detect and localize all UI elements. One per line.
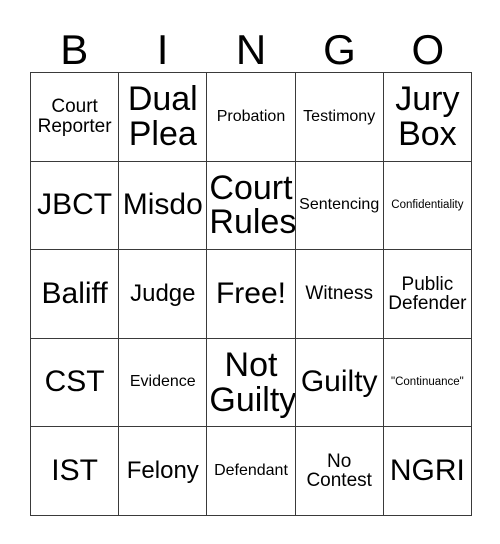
header-letter-i: I xyxy=(156,26,169,73)
bingo-cell[interactable]: Probation xyxy=(207,73,296,162)
bingo-cell-label: Testimony xyxy=(303,107,376,125)
bingo-cell[interactable]: Witness xyxy=(295,250,384,339)
header-letter-n: N xyxy=(235,26,267,73)
bingo-cell[interactable]: Court Rules xyxy=(207,161,296,251)
bingo-cell[interactable]: No Contest xyxy=(295,427,384,516)
bingo-cell-label: Court Rules xyxy=(209,168,296,242)
bingo-cell-label: Free! xyxy=(215,276,286,310)
bingo-cell[interactable]: Public Defender xyxy=(383,250,472,339)
bingo-cell[interactable]: Guilty xyxy=(295,338,384,428)
bingo-cell-label: Sentencing xyxy=(299,196,380,214)
bingo-cell[interactable]: NGRI xyxy=(383,427,472,516)
header-letter-b: B xyxy=(60,26,89,73)
bingo-cell-free-space[interactable]: Free! xyxy=(207,250,296,339)
bingo-cell-label: Misdo xyxy=(122,188,203,222)
bingo-cell-label: JBCT xyxy=(37,188,113,222)
bingo-cell[interactable]: Misdo xyxy=(119,161,208,251)
bingo-cell[interactable]: Evidence xyxy=(119,338,208,428)
bingo-grid: Court Reporter Dual Plea Probation Testi… xyxy=(30,72,472,516)
bingo-cell-label: "Continuance" xyxy=(391,375,464,388)
bingo-card: B I N G O Court Reporter Dual Plea Proba… xyxy=(0,0,500,544)
bingo-cell-label: Dual Plea xyxy=(127,80,198,153)
header-letter-o: O xyxy=(411,26,445,73)
bingo-cell-label: Defendant xyxy=(214,462,288,480)
bingo-header-row: B I N G O xyxy=(30,18,472,72)
bingo-cell-label: Guilty xyxy=(300,365,378,399)
bingo-cell-label: Public Defender xyxy=(388,273,467,314)
bingo-cell-label: No Contest xyxy=(306,450,372,492)
bingo-cell[interactable]: Defendant xyxy=(207,427,296,516)
bingo-cell-label: Evidence xyxy=(129,373,196,391)
header-letter-g: G xyxy=(323,26,356,73)
bingo-cell-label: NGRI xyxy=(389,453,465,487)
bingo-cell-label: Judge xyxy=(130,279,196,307)
bingo-cell-label: Witness xyxy=(305,283,373,305)
bingo-cell[interactable]: Not Guilty xyxy=(207,338,296,428)
bingo-cell[interactable]: IST xyxy=(31,427,120,516)
bingo-cell-label: IST xyxy=(51,453,98,487)
bingo-cell-label: Jury Box xyxy=(395,80,460,153)
bingo-cell[interactable]: Court Reporter xyxy=(31,73,120,162)
bingo-cell[interactable]: Felony xyxy=(119,427,208,516)
bingo-cell-label: Confidentiality xyxy=(391,198,464,211)
bingo-cell-label: Felony xyxy=(126,456,199,484)
bingo-cell-label: Baliff xyxy=(41,276,108,310)
bingo-cell[interactable]: JBCT xyxy=(31,161,120,251)
bingo-cell[interactable]: Jury Box xyxy=(383,73,472,162)
bingo-cell[interactable]: Sentencing xyxy=(295,161,384,251)
bingo-cell[interactable]: "Continuance" xyxy=(383,338,472,428)
bingo-cell[interactable]: Baliff xyxy=(31,250,120,339)
bingo-cell-label: Court Reporter xyxy=(37,96,112,137)
bingo-cell-label: Probation xyxy=(216,107,286,125)
bingo-cell[interactable]: Confidentiality xyxy=(383,161,472,251)
bingo-cell[interactable]: CST xyxy=(31,338,120,428)
bingo-cell[interactable]: Dual Plea xyxy=(119,73,208,162)
bingo-cell[interactable]: Testimony xyxy=(295,73,384,162)
bingo-cell-label: CST xyxy=(44,365,105,399)
bingo-cell[interactable]: Judge xyxy=(119,250,208,339)
bingo-cell-label: Not Guilty xyxy=(209,345,296,419)
